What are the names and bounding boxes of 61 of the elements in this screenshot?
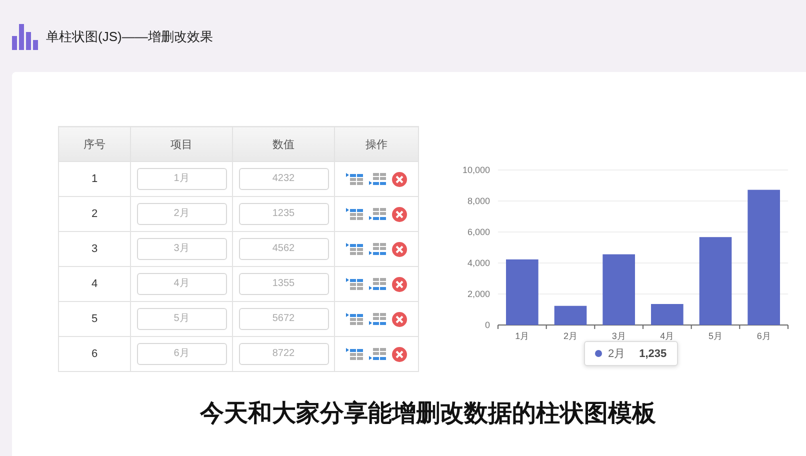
insert-row-below-icon[interactable]: [369, 243, 386, 255]
insert-row-above-icon[interactable]: [346, 278, 363, 290]
insert-row-below-icon[interactable]: [369, 278, 386, 290]
x-axis-label: 5月: [708, 331, 722, 340]
tooltip-label: 2月: [608, 347, 626, 361]
row-number: 2: [58, 196, 130, 232]
delete-icon[interactable]: [392, 346, 407, 362]
bar: [651, 304, 684, 325]
row-number: 4: [58, 266, 130, 302]
delete-icon[interactable]: [392, 312, 407, 326]
value-input[interactable]: 1235: [238, 203, 328, 225]
item-input[interactable]: 2月: [136, 203, 226, 225]
tooltip-value: 1,235: [639, 348, 667, 360]
insert-row-above-icon[interactable]: [346, 313, 363, 325]
x-axis-label: 6月: [756, 331, 771, 340]
y-axis-label: 6,000: [467, 227, 490, 237]
page-title: 单柱状图(JS)——增删改效果: [46, 28, 213, 46]
bar: [602, 254, 635, 325]
row-number: 1: [58, 162, 130, 196]
value-input[interactable]: 4562: [238, 238, 328, 260]
row-number: 5: [58, 302, 130, 336]
y-axis-label: 8,000: [467, 196, 490, 206]
row-number: 6: [58, 336, 130, 372]
item-input[interactable]: 6月: [136, 343, 226, 365]
column-header: 数值: [232, 126, 334, 162]
delete-icon[interactable]: [392, 206, 407, 222]
item-input[interactable]: 4月: [136, 273, 226, 295]
delete-icon[interactable]: [392, 242, 407, 256]
insert-row-below-icon[interactable]: [369, 173, 386, 185]
item-input[interactable]: 5月: [136, 308, 226, 330]
insert-row-above-icon[interactable]: [346, 243, 363, 255]
column-header: 操作: [334, 126, 418, 162]
column-header: 序号: [58, 126, 130, 162]
row-number: 3: [58, 232, 130, 266]
y-axis-label: 10,000: [462, 165, 490, 175]
bar-chart-logo-icon: [12, 24, 39, 50]
y-axis-label: 4,000: [467, 258, 490, 268]
x-axis-label: 3月: [612, 331, 626, 340]
bar: [554, 306, 587, 325]
delete-icon[interactable]: [392, 276, 407, 292]
item-input[interactable]: 3月: [136, 238, 226, 260]
item-input[interactable]: 1月: [136, 168, 226, 190]
insert-row-above-icon[interactable]: [346, 173, 363, 185]
x-axis-label: 2月: [564, 331, 578, 340]
column-header: 项目: [130, 126, 232, 162]
insert-row-above-icon[interactable]: [346, 348, 363, 360]
value-input[interactable]: 8722: [238, 343, 328, 365]
delete-icon[interactable]: [392, 172, 407, 186]
y-axis-label: 0: [484, 320, 490, 330]
x-axis-label: 1月: [515, 331, 530, 340]
value-input[interactable]: 5672: [238, 308, 328, 330]
caption: 今天和大家分享能增删改数据的柱状图模板: [200, 399, 657, 429]
insert-row-above-icon[interactable]: [346, 208, 363, 220]
insert-row-below-icon[interactable]: [369, 348, 386, 360]
insert-row-below-icon[interactable]: [369, 208, 386, 220]
value-input[interactable]: 1355: [238, 273, 328, 295]
value-input[interactable]: 4232: [238, 168, 328, 190]
y-axis-label: 2,000: [467, 289, 490, 299]
x-axis-label: 4月: [660, 331, 674, 340]
insert-row-below-icon[interactable]: [369, 313, 386, 325]
bar: [506, 259, 538, 325]
